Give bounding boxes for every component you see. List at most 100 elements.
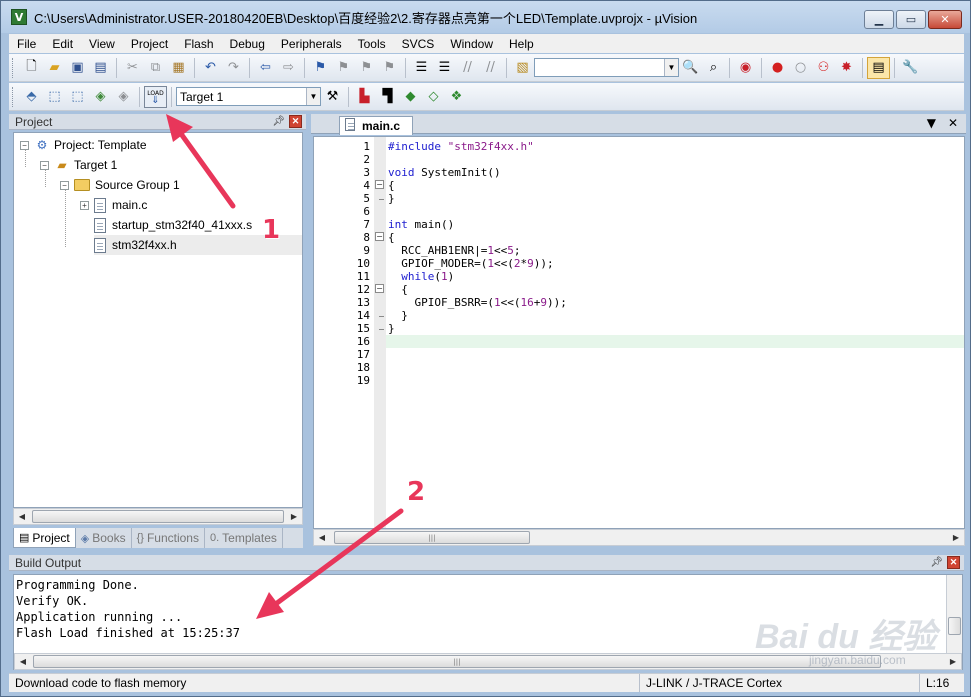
close-button[interactable]: ✕ xyxy=(928,10,962,29)
menu-svcs[interactable]: SVCS xyxy=(394,37,443,51)
undo-button[interactable]: ↶ xyxy=(199,57,222,79)
code-line[interactable]: int main() xyxy=(386,218,964,231)
project-hscrollbar[interactable]: ◀ ▶ xyxy=(13,508,303,525)
fold-collapse-icon[interactable]: − xyxy=(375,232,384,241)
batch-build-button[interactable]: ◈ xyxy=(89,86,112,108)
tab-functions[interactable]: {} Functions xyxy=(132,528,205,548)
file-extensions-button[interactable]: ▜ xyxy=(376,86,399,108)
output-vscrollbar[interactable] xyxy=(946,575,962,653)
scroll-right-icon[interactable]: ▶ xyxy=(948,530,964,545)
menu-peripherals[interactable]: Peripherals xyxy=(273,37,350,51)
code-line[interactable]: { xyxy=(386,179,964,192)
code-line[interactable]: } xyxy=(386,192,964,205)
minimize-button[interactable]: ▁ xyxy=(864,10,894,29)
code-line[interactable]: RCC_AHB1ENR|=1<<5; xyxy=(386,244,964,257)
code-line[interactable] xyxy=(386,348,964,361)
pin-icon[interactable]: 📌︎ xyxy=(272,116,285,127)
redo-button[interactable]: ↷ xyxy=(222,57,245,79)
prev-bookmark-button[interactable]: ⚑ xyxy=(332,57,355,79)
menu-edit[interactable]: Edit xyxy=(44,37,81,51)
scroll-left-icon[interactable]: ◀ xyxy=(14,509,30,524)
tree-item-source-group[interactable]: − Source Group 1 xyxy=(60,175,180,195)
collapse-icon[interactable]: − xyxy=(40,160,49,170)
clear-bookmarks-button[interactable]: ⚑ xyxy=(378,57,401,79)
expand-icon[interactable]: + xyxy=(80,200,89,210)
open-file-button[interactable]: ▰ xyxy=(43,57,66,79)
disable-breakpoints-button[interactable]: ⚇ xyxy=(812,57,835,79)
scroll-right-icon[interactable]: ▶ xyxy=(945,654,961,669)
rebuild-button[interactable]: ⬚ xyxy=(66,86,89,108)
current-line[interactable] xyxy=(386,335,964,348)
code-line[interactable] xyxy=(386,374,964,387)
fold-collapse-icon[interactable]: − xyxy=(375,180,384,189)
target-options-button[interactable]: ⚒ xyxy=(321,86,344,108)
tab-books[interactable]: ◈ Books xyxy=(76,528,132,548)
manage-project-items-button[interactable]: ▙ xyxy=(353,86,376,108)
menu-file[interactable]: File xyxy=(9,37,44,51)
tab-templates[interactable]: 0. Templates xyxy=(205,528,283,548)
menu-project[interactable]: Project xyxy=(123,37,176,51)
scroll-thumb[interactable]: ||| xyxy=(33,655,881,668)
code-line[interactable]: { xyxy=(386,283,964,296)
scroll-thumb[interactable]: ||| xyxy=(334,531,530,544)
tree-item-file[interactable]: startup_stm32f40_41xxx.s xyxy=(94,215,252,235)
toolbar-grip[interactable] xyxy=(12,57,16,78)
chevron-down-icon[interactable]: ▼ xyxy=(306,88,320,105)
code-line[interactable]: { xyxy=(386,231,964,244)
close-icon[interactable]: ✕ xyxy=(289,115,302,128)
copy-button[interactable]: ⧉ xyxy=(144,57,167,79)
scroll-left-icon[interactable]: ◀ xyxy=(314,530,330,545)
title-bar[interactable]: V C:\Users\Administrator.USER-20180420EB… xyxy=(1,1,970,33)
code-line[interactable]: GPIOF_MODER=(1<<(2*9)); xyxy=(386,257,964,270)
save-button[interactable]: ▣ xyxy=(66,57,89,79)
collapse-icon[interactable]: − xyxy=(20,140,29,150)
editor-hscrollbar[interactable]: ◀ ||| ▶ xyxy=(313,529,965,546)
code-editor[interactable]: ✖ 12345678910111213141516171819 − − − #i… xyxy=(313,136,965,529)
configure-button[interactable]: 🔧 xyxy=(899,57,922,79)
scroll-thumb[interactable] xyxy=(948,617,961,635)
scroll-left-icon[interactable]: ◀ xyxy=(15,654,31,669)
code-line[interactable]: while(1) xyxy=(386,270,964,283)
new-file-button[interactable]: 🗋 xyxy=(20,57,43,79)
maximize-button[interactable]: ▭ xyxy=(896,10,926,29)
rte-button[interactable]: ❖ xyxy=(445,86,468,108)
paste-button[interactable]: ▦ xyxy=(167,57,190,79)
menu-view[interactable]: View xyxy=(81,37,123,51)
code-line[interactable]: #include "stm32f4xx.h" xyxy=(386,140,964,153)
scroll-thumb[interactable] xyxy=(32,510,284,523)
stop-build-button[interactable]: ◈ xyxy=(112,86,135,108)
menu-help[interactable]: Help xyxy=(501,37,542,51)
enable-breakpoint-button[interactable]: ○ xyxy=(789,57,812,79)
pin-icon[interactable]: 📌︎ xyxy=(930,557,943,568)
code-line[interactable] xyxy=(386,361,964,374)
tree-item-target[interactable]: − ▰ Target 1 xyxy=(40,155,117,175)
scroll-right-icon[interactable]: ▶ xyxy=(286,509,302,524)
chevron-down-icon[interactable]: ▼ xyxy=(664,59,678,76)
code-line[interactable] xyxy=(386,153,964,166)
nav-back-button[interactable]: ⇦ xyxy=(254,57,277,79)
chevron-down-icon[interactable]: ▼ xyxy=(927,116,936,130)
menu-flash[interactable]: Flash xyxy=(176,37,221,51)
fold-collapse-icon[interactable]: − xyxy=(375,284,384,293)
code-line[interactable]: void SystemInit() xyxy=(386,166,964,179)
debug-session-button[interactable]: ◉ xyxy=(734,57,757,79)
save-all-button[interactable]: ▤ xyxy=(89,57,112,79)
find-in-files-button[interactable]: ▧ xyxy=(511,57,534,79)
cut-button[interactable]: ✂ xyxy=(121,57,144,79)
code-area[interactable]: #include "stm32f4xx.h" void SystemInit(){… xyxy=(386,137,964,528)
nav-forward-button[interactable]: ⇨ xyxy=(277,57,300,79)
collapse-icon[interactable]: − xyxy=(60,180,69,190)
window-layout-button[interactable]: ▤ xyxy=(867,56,890,79)
build-button[interactable]: ⬚ xyxy=(43,86,66,108)
uncomment-button[interactable]: // xyxy=(479,57,502,79)
bookmark-button[interactable]: ⚑ xyxy=(309,57,332,79)
pack-installer-button[interactable]: ◇ xyxy=(422,86,445,108)
menu-debug[interactable]: Debug xyxy=(222,37,273,51)
code-line[interactable]: } xyxy=(386,309,964,322)
code-line[interactable] xyxy=(386,205,964,218)
menu-window[interactable]: Window xyxy=(442,37,501,51)
tab-main-c[interactable]: main.c xyxy=(339,116,414,135)
next-bookmark-button[interactable]: ⚑ xyxy=(355,57,378,79)
download-load-button[interactable]: LOAD ⇓ xyxy=(144,85,167,108)
toolbar-grip[interactable] xyxy=(12,86,16,107)
